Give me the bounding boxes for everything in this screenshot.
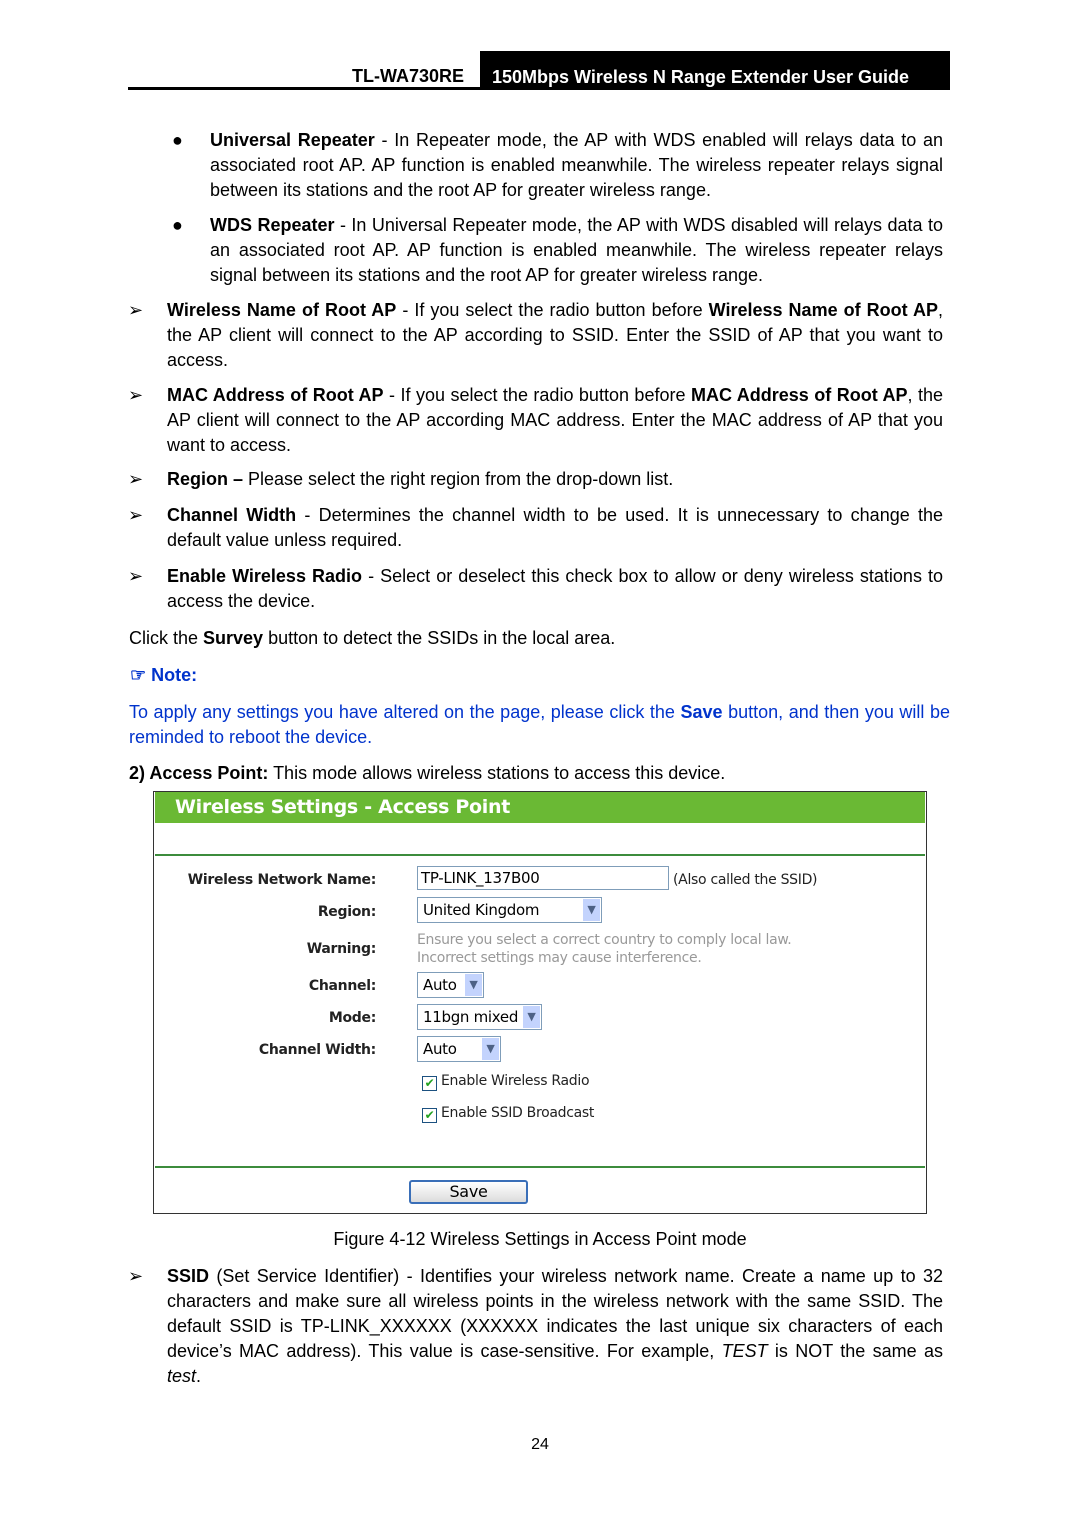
mode-value: 11bgn mixed	[423, 1008, 519, 1026]
note-label: Note:	[151, 665, 198, 685]
text-run: Access Point:	[149, 763, 269, 783]
bullet-dot-icon: ●	[172, 130, 183, 150]
header-title: 150Mbps Wireless N Range Extender User G…	[480, 51, 950, 89]
paragraph: Enable Wireless Radio - Select or desele…	[167, 564, 943, 614]
chevron-down-icon[interactable]: ▼	[465, 974, 482, 996]
chevron-down-icon[interactable]: ▼	[523, 1006, 540, 1028]
text-run: test	[167, 1366, 197, 1386]
region-select[interactable]: United Kingdom ▼	[417, 897, 602, 923]
channel-width-select[interactable]: Auto ▼	[417, 1036, 501, 1062]
divider	[155, 854, 925, 856]
arrow-bullet-icon: ➢	[128, 566, 144, 586]
arrow-bullet-icon: ➢	[128, 469, 144, 489]
header-model: TL-WA730RE	[352, 66, 465, 86]
warning-line: Incorrect settings may cause interferenc…	[417, 950, 702, 966]
bullet-dot-icon: ●	[172, 215, 183, 235]
text-run: Universal Repeater	[210, 130, 375, 150]
text-run: 2)	[129, 763, 150, 783]
divider	[155, 1166, 925, 1168]
text-run: Wireless Name of Root AP	[708, 300, 938, 320]
text-run: is NOT the same as	[767, 1341, 943, 1361]
arrow-bullet-icon: ➢	[128, 505, 144, 525]
channel-value: Auto	[423, 976, 457, 994]
channel-select[interactable]: Auto ▼	[417, 972, 484, 998]
note-text: To apply any settings you have altered o…	[129, 700, 950, 750]
wireless-settings-panel: Wireless Settings - Access Point Wireles…	[153, 791, 927, 1214]
pointing-hand-icon: ☞	[130, 665, 147, 685]
ssid-hint: (Also called the SSID)	[673, 872, 818, 888]
warning-line: Ensure you select a correct country to c…	[417, 932, 792, 948]
text-run: SSID	[167, 1266, 210, 1286]
checkmark-icon[interactable]: ✔	[422, 1108, 437, 1123]
page-number: 24	[531, 1436, 549, 1453]
panel-title: Wireless Settings - Access Point	[155, 792, 925, 823]
label-channel-width: Channel Width:	[258, 1042, 376, 1058]
text-run: To apply any settings you have altered o…	[129, 702, 681, 722]
save-button[interactable]: Save	[409, 1180, 528, 1204]
warning-text: Ensure you select a correct country to c…	[417, 931, 792, 967]
paragraph: WDS Repeater - In Universal Repeater mod…	[210, 213, 943, 288]
document-page: TL-WA730RE 150Mbps Wireless N Range Exte…	[0, 0, 1080, 1527]
label-mode: Mode:	[328, 1010, 376, 1026]
enable-ssid-broadcast-checkbox[interactable]: ✔ Enable SSID Broadcast	[422, 1105, 594, 1123]
text-run: - If you select the radio button before	[383, 385, 691, 405]
text-run: WDS Repeater	[210, 215, 335, 235]
text-run: Please select the right region from the …	[243, 469, 674, 489]
text-run: TEST	[721, 1341, 768, 1361]
paragraph: Channel Width - Determines the channel w…	[167, 503, 943, 553]
text-run: This mode allows wireless stations to ac…	[268, 763, 726, 783]
paragraph: Wireless Name of Root AP - If you select…	[167, 298, 943, 373]
text-run: Click the	[129, 628, 204, 648]
region-value: United Kingdom	[423, 901, 540, 919]
text-run: Wireless Name of Root AP	[167, 300, 397, 320]
text-run: Survey	[203, 628, 264, 648]
paragraph: 2) Access Point: This mode allows wirele…	[129, 761, 950, 786]
enable-wireless-radio-checkbox[interactable]: ✔ Enable Wireless Radio	[422, 1073, 590, 1091]
label-channel: Channel:	[308, 978, 376, 994]
text-run: Enable Wireless Radio	[167, 566, 363, 586]
text-run: .	[196, 1366, 202, 1386]
text-run: Region –	[167, 469, 244, 489]
paragraph: MAC Address of Root AP - If you select t…	[167, 383, 943, 458]
figure-caption: Figure 4-12 Wireless Settings in Access …	[333, 1229, 747, 1249]
mode-select[interactable]: 11bgn mixed ▼	[417, 1004, 542, 1030]
text-run: MAC Address of Root AP	[167, 385, 384, 405]
checkbox-label: Enable Wireless Radio	[441, 1073, 590, 1089]
checkmark-icon[interactable]: ✔	[422, 1076, 437, 1091]
text-run: Save	[680, 702, 723, 722]
channel-width-value: Auto	[423, 1040, 457, 1058]
paragraph: Region – Please select the right region …	[167, 467, 943, 492]
chevron-down-icon[interactable]: ▼	[482, 1038, 499, 1060]
text-run: - If you select the radio button before	[396, 300, 709, 320]
paragraph: SSID (Set Service Identifier) - Identifi…	[167, 1264, 943, 1389]
arrow-bullet-icon: ➢	[128, 385, 144, 405]
paragraph: Universal Repeater - In Repeater mode, t…	[210, 128, 943, 203]
ssid-input[interactable]: TP-LINK_137B00	[417, 866, 669, 890]
label-warning: Warning:	[306, 941, 377, 957]
arrow-bullet-icon: ➢	[128, 300, 144, 320]
checkbox-label: Enable SSID Broadcast	[441, 1105, 595, 1121]
arrow-bullet-icon: ➢	[128, 1266, 144, 1286]
chevron-down-icon[interactable]: ▼	[583, 899, 600, 921]
note-heading: ☞ Note:	[130, 665, 197, 686]
text-run: MAC Address of Root AP	[690, 385, 908, 405]
text-run: Channel Width	[167, 505, 297, 525]
text-run: button to detect the SSIDs in the local …	[263, 628, 616, 648]
paragraph: Click the Survey button to detect the SS…	[129, 626, 950, 651]
label-network-name: Wireless Network Name:	[187, 872, 377, 888]
label-region: Region:	[317, 904, 376, 920]
